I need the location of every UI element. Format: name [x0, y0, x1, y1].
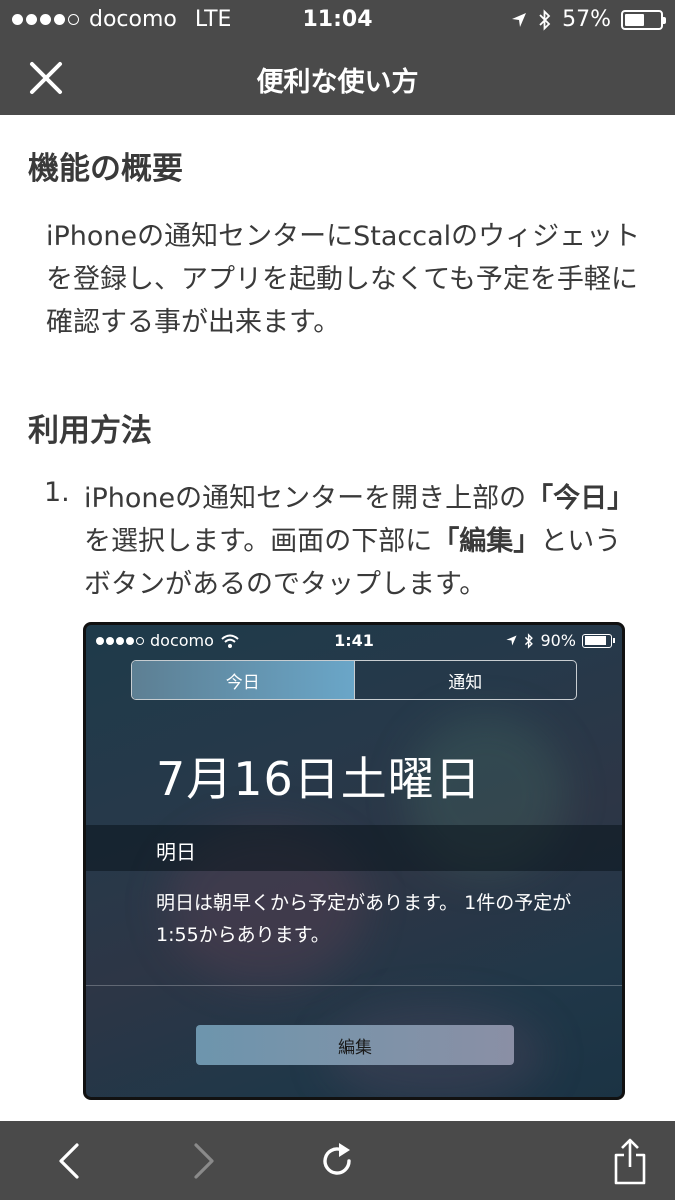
page-title: 便利な使い方 [256, 67, 419, 98]
back-icon [59, 1143, 79, 1179]
bluetooth-icon [539, 8, 551, 31]
screenshot-edit-button: 編集 [196, 1025, 514, 1065]
forward-button[interactable] [177, 1135, 229, 1187]
back-button[interactable] [44, 1135, 96, 1187]
bottom-toolbar [0, 1121, 675, 1200]
tomorrow-summary: 明日は朝早くから予定があります。 1件の予定が1:55からあります。 [156, 892, 572, 946]
tomorrow-label: 明日 [156, 840, 196, 864]
screenshot-battery-percent: 90% [540, 631, 576, 650]
content-area[interactable]: 機能の概要 iPhoneの通知センターにStaccalのウィジェットを登録し、ア… [0, 115, 675, 1121]
tomorrow-section-header: 明日 [86, 825, 622, 871]
screenshot-status-bar: docomo 1:41 90% [86, 629, 622, 653]
notification-center-screenshot: docomo 1:41 90% 今日 通知 7月16日土曜日 明日 明日は朝早く… [83, 622, 625, 1100]
step-1-text: iPhoneの通知センターを開き上部の「今日」を選択します。画面の下部に「編集」… [84, 477, 644, 606]
share-icon [614, 1138, 646, 1185]
share-button[interactable] [604, 1135, 656, 1187]
top-bar: docomo LTE 11:04 57% 便利な使い方 [0, 0, 675, 115]
status-bar: docomo LTE 11:04 57% [0, 0, 675, 40]
screenshot-bluetooth-icon [525, 632, 534, 649]
overview-body: iPhoneの通知センターにStaccalのウィジェットを登録し、アプリを起動し… [46, 221, 641, 338]
step-1-part1: iPhoneの通知センターを開き上部の [84, 483, 527, 514]
location-arrow-icon [512, 12, 527, 27]
battery-icon [621, 9, 666, 30]
divider [86, 985, 622, 986]
forward-icon [194, 1143, 214, 1179]
tab-notifications: 通知 [353, 661, 577, 699]
reload-icon [323, 1143, 351, 1175]
screenshot-location-icon [506, 635, 517, 646]
step-number: 1. [44, 477, 70, 508]
step-1-today-label: 「今日」 [526, 483, 635, 514]
battery-percent: 57% [562, 7, 611, 32]
today-date: 7月16日土曜日 [156, 752, 482, 806]
step-1-part2: を選択します。画面の下部に [84, 526, 433, 557]
step-1-edit-label: 「編集」 [432, 526, 541, 557]
tab-today: 今日 [132, 661, 354, 699]
overview-heading: 機能の概要 [28, 151, 183, 187]
reload-button[interactable] [311, 1135, 363, 1187]
status-right: 57% [510, 7, 666, 32]
nav-bar: 便利な使い方 [0, 40, 675, 115]
today-notifications-toggle: 今日 通知 [131, 660, 577, 700]
screenshot-battery-icon [582, 633, 615, 648]
usage-heading: 利用方法 [28, 413, 152, 449]
